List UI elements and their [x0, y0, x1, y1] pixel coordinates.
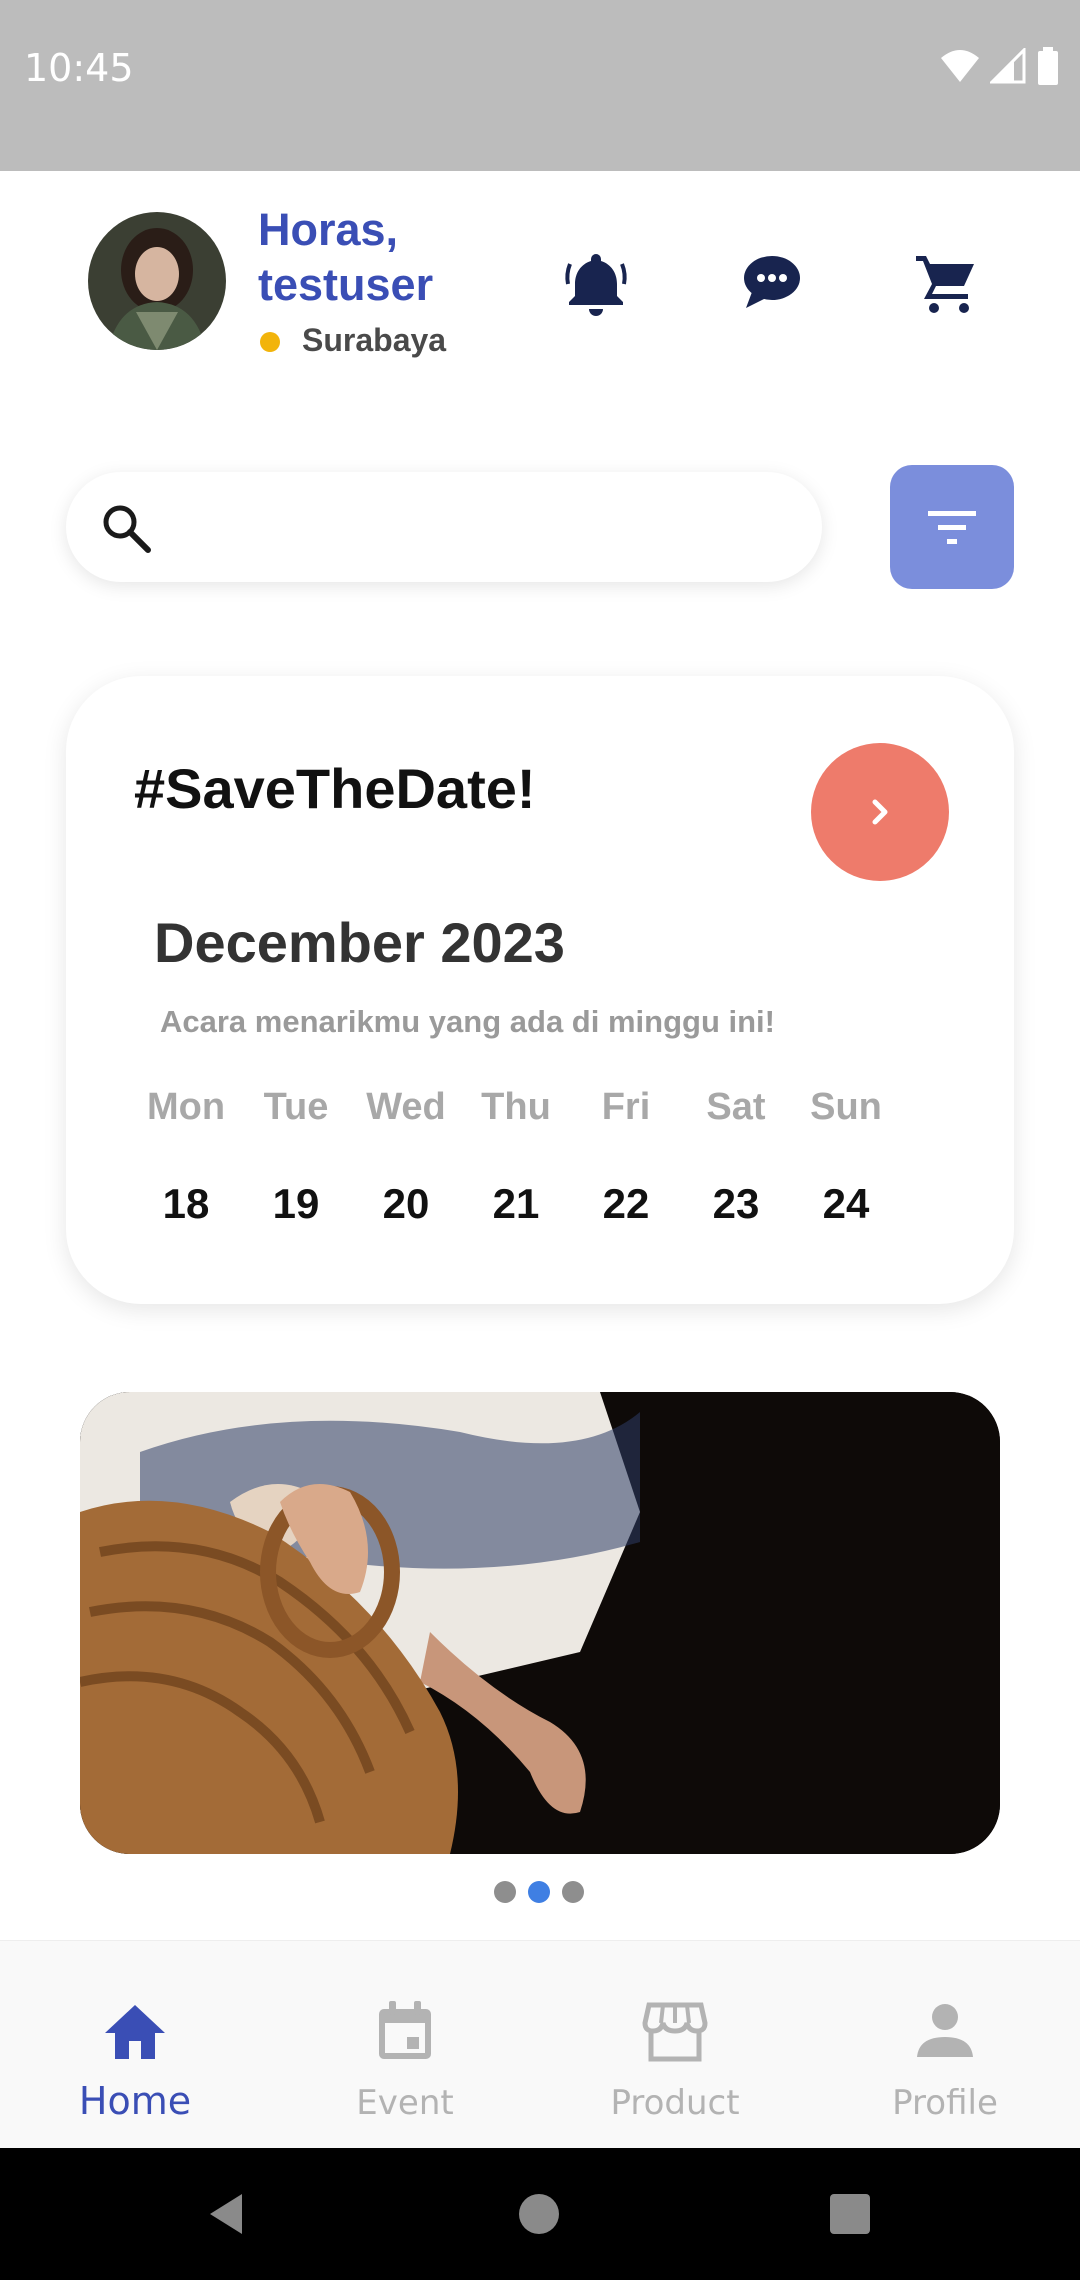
avatar[interactable]	[88, 212, 226, 350]
store-icon	[642, 2002, 708, 2062]
search-input[interactable]	[176, 494, 796, 560]
month-label: December 2023	[154, 911, 565, 974]
chevron-right-icon	[872, 799, 888, 825]
carousel-dot[interactable]	[562, 1881, 584, 1903]
bottom-navigation: Home Event Product Profile	[0, 1940, 1080, 2148]
status-icons	[940, 46, 1060, 86]
home-icon	[105, 2005, 165, 2059]
nav-product[interactable]: Product	[540, 1941, 810, 2149]
day-name: Wed	[366, 1086, 446, 1128]
day-number[interactable]: 19	[246, 1180, 346, 1228]
day-number[interactable]: 18	[136, 1180, 236, 1228]
day-name: Sun	[810, 1086, 882, 1128]
battery-icon	[1038, 47, 1058, 85]
day-name: Tue	[263, 1086, 329, 1128]
search-icon	[103, 505, 151, 553]
card-title: #SaveTheDate!	[134, 757, 536, 820]
month-subtitle: Acara menarikmu yang ada di minggu ini!	[160, 1004, 775, 1039]
filter-button[interactable]	[890, 465, 1014, 589]
notification-bell-icon[interactable]	[560, 246, 632, 318]
status-time: 10:45	[24, 46, 134, 90]
nav-label: Event	[356, 2083, 454, 2123]
recents-button[interactable]	[814, 2178, 886, 2250]
carousel-dot[interactable]	[494, 1881, 516, 1903]
calendar-icon	[379, 2001, 431, 2059]
day-number[interactable]: 21	[466, 1180, 566, 1228]
day-number[interactable]: 24	[796, 1180, 896, 1228]
carousel-indicator	[494, 1881, 584, 1903]
wifi-icon	[941, 50, 979, 82]
search-bar[interactable]	[66, 472, 822, 582]
nav-event[interactable]: Event	[270, 1941, 540, 2149]
nav-label: Product	[610, 2083, 740, 2123]
person-icon	[917, 2004, 973, 2057]
home-button[interactable]	[503, 2178, 575, 2250]
nav-label: Profile	[892, 2083, 998, 2123]
day-number[interactable]: 23	[686, 1180, 786, 1228]
back-button[interactable]	[190, 2178, 262, 2250]
nav-label: Home	[78, 2079, 192, 2123]
banner-image[interactable]	[80, 1392, 1000, 1854]
day-name: Thu	[481, 1086, 551, 1128]
day-name: Fri	[601, 1086, 651, 1128]
system-navigation-bar	[0, 2148, 1080, 2280]
nav-profile[interactable]: Profile	[810, 1941, 1080, 2149]
filter-icon	[928, 511, 976, 544]
signal-icon	[990, 48, 1026, 84]
cart-icon[interactable]	[910, 246, 982, 318]
day-name: Mon	[146, 1086, 226, 1128]
location-dot	[260, 332, 280, 352]
carousel-dot-active[interactable]	[528, 1881, 550, 1903]
recents-square-icon	[830, 2194, 870, 2234]
save-the-date-card: #SaveTheDate! December 2023 Acara menari…	[66, 676, 1014, 1304]
home-circle-icon	[519, 2194, 559, 2234]
nav-home[interactable]: Home	[0, 1941, 270, 2149]
back-triangle-icon	[210, 2194, 242, 2234]
next-button[interactable]	[811, 743, 949, 881]
day-number[interactable]: 20	[356, 1180, 456, 1228]
chat-icon[interactable]	[736, 246, 808, 318]
location-label: Surabaya	[302, 322, 447, 358]
greeting-text: Horas, testuser	[258, 204, 434, 310]
status-bar: 10:45	[0, 0, 1080, 171]
day-name: Sat	[706, 1086, 766, 1128]
day-number[interactable]: 22	[576, 1180, 676, 1228]
